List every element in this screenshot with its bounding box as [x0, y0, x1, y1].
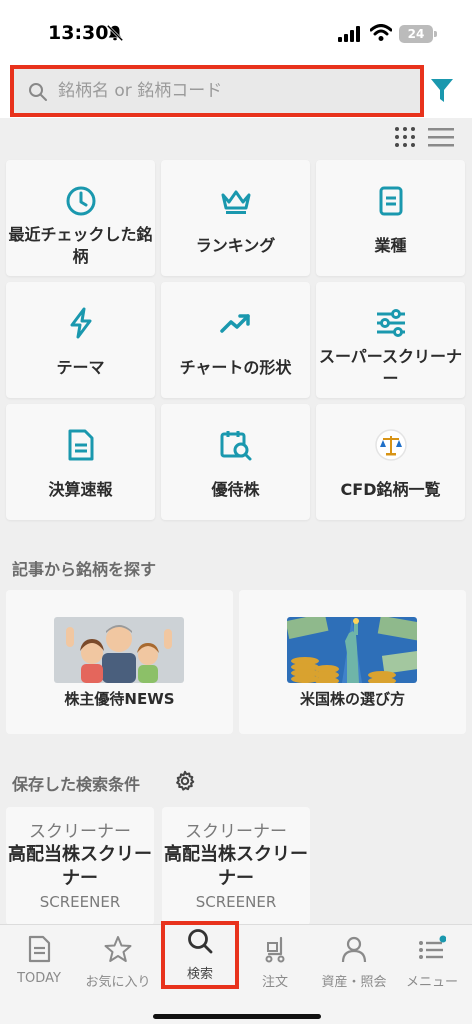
search-icon [29, 83, 47, 101]
bell-muted-icon [106, 24, 124, 42]
calendar-search-icon [220, 431, 251, 461]
view-toggle-group [388, 122, 460, 150]
articles-section-title: 記事から銘柄を探す [12, 560, 157, 579]
wifi-icon [370, 24, 392, 41]
saved-condition-card[interactable]: スクリーナー 高配当株スクリーナー SCREENER [6, 807, 154, 925]
home-indicator [153, 1014, 321, 1019]
report-icon [68, 429, 93, 461]
tile-label: CFD銘柄一覧 [340, 480, 441, 499]
search-header [0, 62, 472, 118]
saved-condition-kind: スクリーナー [185, 822, 287, 842]
article-label: 米国株の選び方 [299, 690, 405, 708]
tile-ranking[interactable]: ランキング [161, 160, 310, 276]
clock-icon [66, 186, 95, 216]
tab-today[interactable]: TODAY [0, 929, 78, 995]
saved-condition-kind: スクリーナー [29, 822, 131, 842]
tab-label: TODAY [17, 971, 61, 986]
battery-tip [434, 31, 437, 37]
tile-label: 優待株 [211, 480, 260, 499]
search-bar[interactable] [10, 65, 424, 117]
grid-view-icon[interactable] [393, 125, 417, 149]
saved-condition-tag: SCREENER [39, 893, 121, 911]
status-bar: 13:30 24 [0, 0, 472, 62]
tile-industry[interactable]: 業種 [316, 160, 465, 276]
saved-condition-card[interactable]: スクリーナー 高配当株スクリーナー SCREENER [162, 807, 310, 925]
saved-condition-tag: SCREENER [195, 893, 277, 911]
article-card-yutai-news[interactable]: 株主優待NEWS [6, 590, 233, 734]
signal-icon [338, 26, 360, 42]
lightning-icon [70, 307, 91, 339]
bottom-tab-bar: TODAY お気に入り 検索 注文 資産・照会 メニュー [0, 921, 472, 1024]
saved-condition-name: 高配当株スクリーナー [164, 844, 308, 889]
crown-icon [221, 190, 250, 214]
news-icon [28, 935, 51, 963]
search-input[interactable] [58, 77, 408, 105]
tile-cfd-list[interactable]: CFD銘柄一覧 [316, 404, 465, 520]
scale-icon [374, 429, 407, 461]
tile-super-screener[interactable]: スーパースクリーナー [316, 282, 465, 398]
sliders-icon [376, 309, 405, 337]
tile-label: チャートの形状 [179, 358, 292, 377]
list-view-icon[interactable] [428, 126, 454, 148]
shareholder-family-thumbnail [54, 617, 184, 683]
person-icon [341, 936, 367, 963]
tab-label: お気に入り [85, 975, 151, 990]
tile-label: ランキング [195, 236, 276, 255]
star-icon [104, 936, 132, 962]
battery-indicator: 24 [399, 25, 433, 43]
article-label: 株主優待NEWS [64, 690, 175, 708]
statue-of-liberty-thumbnail [287, 617, 417, 683]
tab-label: 検索 [186, 967, 213, 982]
article-card-us-stocks[interactable]: 米国株の選び方 [239, 590, 466, 734]
tab-menu[interactable]: メニュー [393, 929, 471, 995]
tile-yutai[interactable]: 優待株 [161, 404, 310, 520]
tab-search[interactable]: 検索 [161, 921, 239, 989]
trend-icon [219, 314, 250, 333]
tile-label: スーパースクリーナー [318, 347, 463, 388]
document-icon [379, 186, 402, 216]
tab-label: メニュー [405, 975, 458, 990]
filter-icon[interactable] [430, 78, 454, 104]
tile-label: 決算速報 [48, 480, 113, 499]
tile-earnings[interactable]: 決算速報 [6, 404, 155, 520]
saved-section-title: 保存した検索条件 [12, 775, 141, 794]
search-icon [188, 929, 213, 954]
gear-icon[interactable] [174, 770, 196, 792]
tab-label: 注文 [261, 975, 288, 990]
tile-label: 業種 [374, 236, 407, 255]
tab-order[interactable]: 注文 [236, 929, 314, 995]
cart-icon [265, 936, 285, 963]
menu-icon [419, 935, 446, 959]
tile-label: 最近チェックした銘柄 [8, 225, 153, 266]
tile-label: テーマ [56, 358, 105, 377]
tile-recently-checked[interactable]: 最近チェックした銘柄 [6, 160, 155, 276]
tile-chart-shape[interactable]: チャートの形状 [161, 282, 310, 398]
tab-favorites[interactable]: お気に入り [79, 929, 157, 995]
status-time: 13:30 [48, 22, 109, 44]
saved-condition-name: 高配当株スクリーナー [8, 844, 152, 889]
tile-theme[interactable]: テーマ [6, 282, 155, 398]
tab-assets[interactable]: 資産・照会 [315, 929, 393, 995]
tab-label: 資産・照会 [321, 975, 387, 990]
